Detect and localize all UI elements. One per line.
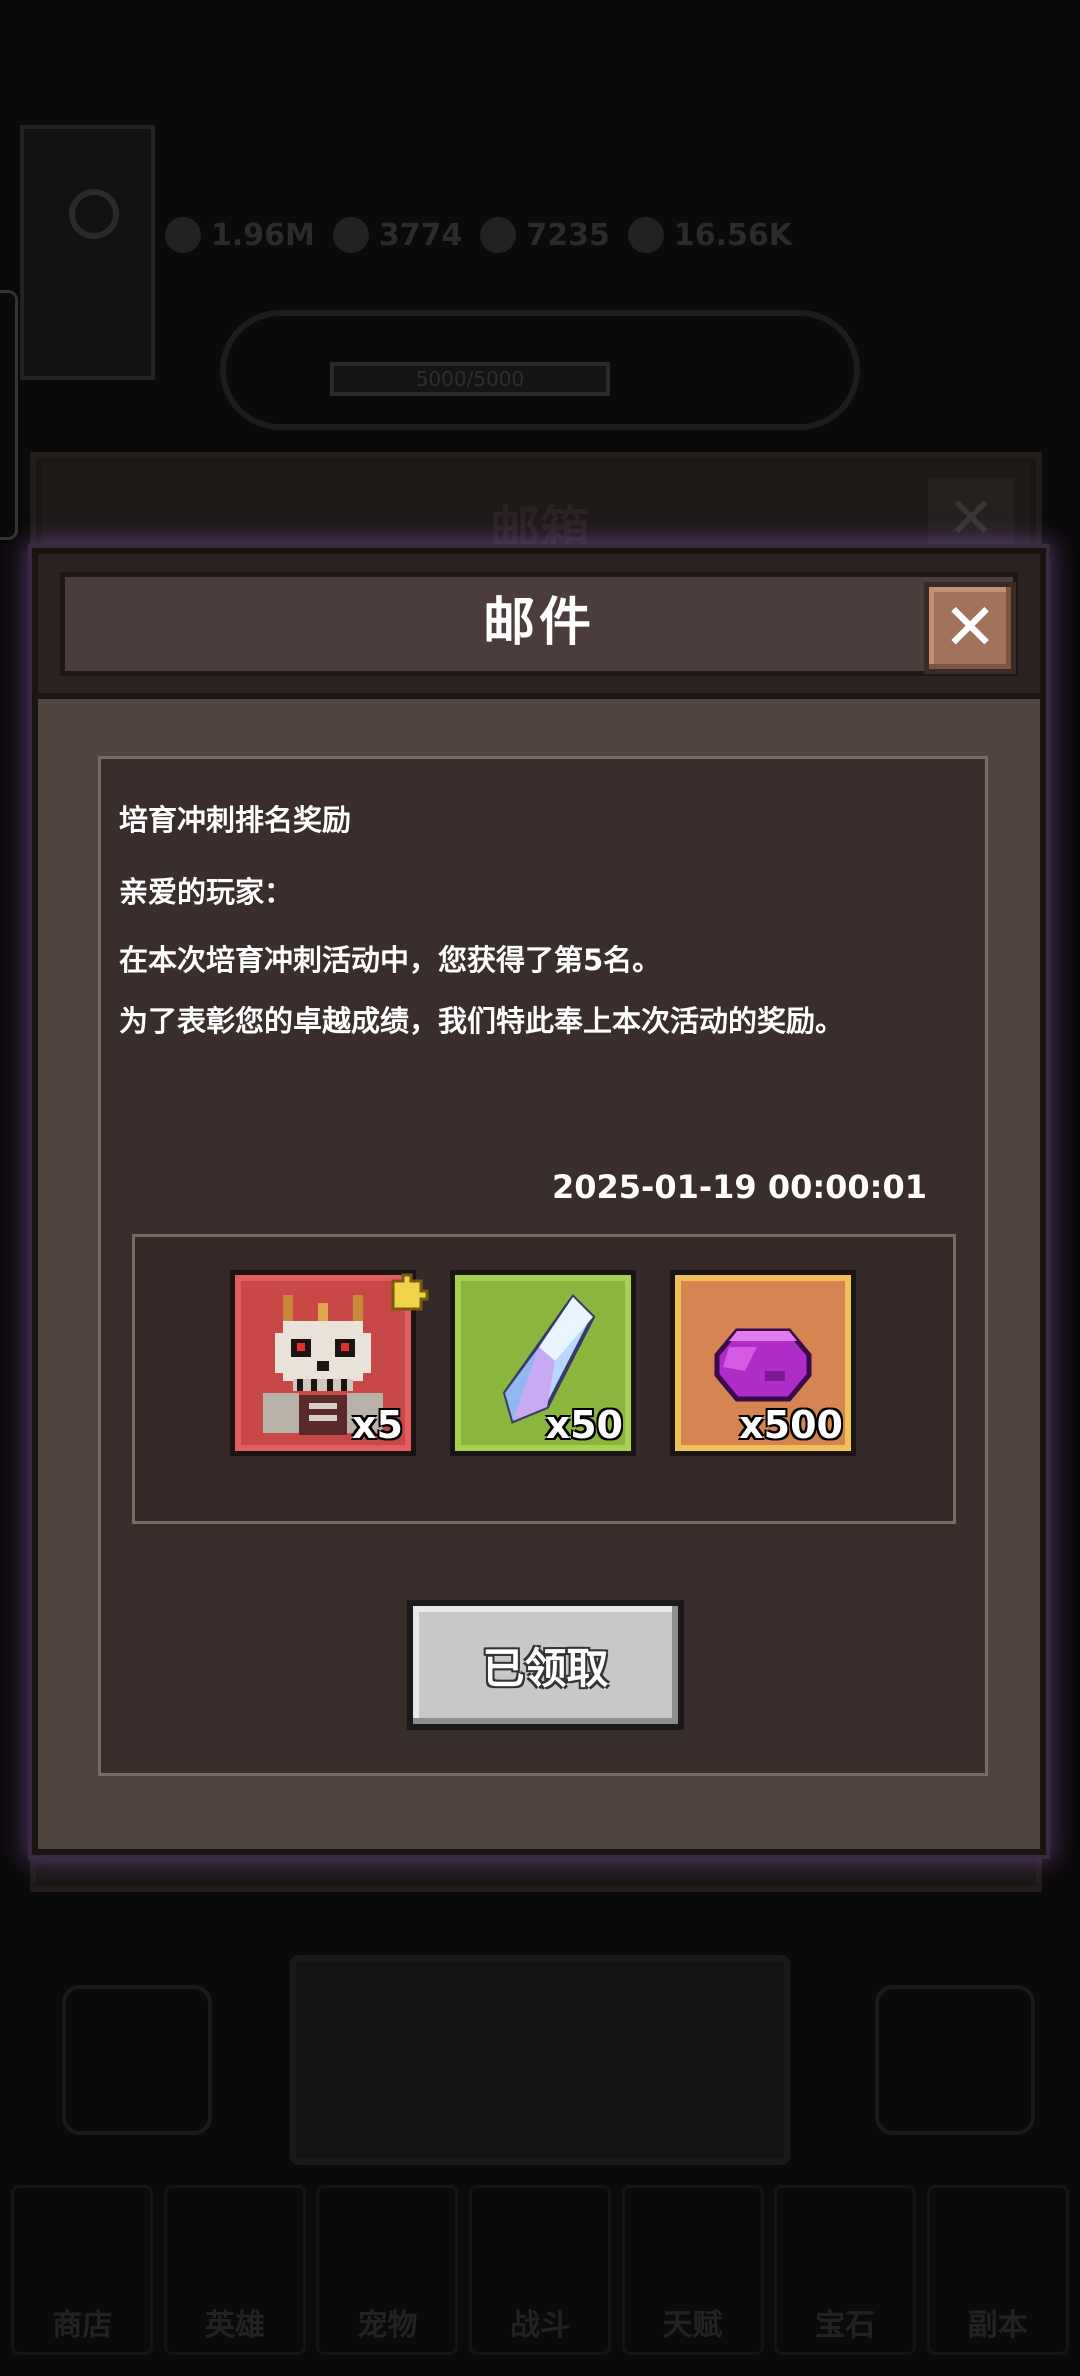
bottom-right-button [875, 1985, 1035, 2135]
nav-item-gems: 宝石 [774, 2185, 917, 2355]
nav-item-heroes: 英雄 [163, 2185, 306, 2355]
dialog-title: 邮件 [482, 593, 595, 653]
start-battle-button [290, 1955, 790, 2165]
close-button[interactable]: ✕ [924, 582, 1016, 674]
coin-icon [627, 217, 664, 253]
mail-timestamp: 2025-01-19 00:00:01 [551, 1168, 927, 1206]
nav-item-dungeon: 副本 [926, 2185, 1069, 2355]
reward-quantity: x5 [352, 1403, 403, 1447]
energy-stat: 3774 [332, 217, 462, 253]
gem-stat: 7235 [480, 217, 610, 253]
reward-item[interactable]: x5 [230, 1270, 429, 1456]
puzzle-piece-icon [391, 1273, 429, 1311]
reward-item[interactable]: x50 [450, 1270, 636, 1456]
mail-body-line: 为了表彰您的卓越成绩，我们特此奉上本次活动的奖励。 [119, 1004, 845, 1038]
power-icon [165, 217, 201, 253]
season-progress: 5000/5000 [330, 362, 610, 396]
mail-subject: 培育冲刺排名奖励 [119, 803, 352, 837]
reward-item[interactable]: x500 [670, 1270, 856, 1456]
gem-icon [480, 217, 517, 253]
nav-item-talent: 天赋 [621, 2185, 764, 2355]
mail-dialog: 邮件 ✕ 培育冲刺排名奖励 亲爱的玩家： 在本次培育冲刺活动中，您获得了第5名。… [32, 548, 1046, 1855]
power-stat: 1.96M [165, 217, 315, 253]
mail-content-panel: 培育冲刺排名奖励 亲爱的玩家： 在本次培育冲刺活动中，您获得了第5名。 为了表彰… [98, 756, 988, 1776]
bottom-left-button [62, 1985, 212, 2135]
gear-icon [69, 189, 119, 239]
energy-icon [332, 217, 369, 253]
reward-quantity: x500 [739, 1403, 843, 1447]
player-avatar-card [20, 125, 155, 380]
mail-greeting: 亲爱的玩家： [119, 875, 294, 909]
dialog-header: 邮件 ✕ [38, 554, 1040, 699]
reward-list: x5 x50 x500 [132, 1234, 956, 1524]
claimed-button-label: 已领取 [482, 1643, 609, 1693]
mail-body-line: 在本次培育冲刺活动中，您获得了第5名。 [119, 943, 662, 977]
reward-quantity: x50 [545, 1403, 623, 1447]
claimed-button[interactable]: 已领取 [407, 1600, 684, 1730]
nav-item-pets: 宠物 [316, 2185, 459, 2355]
nav-item-battle: 战斗 [468, 2185, 611, 2355]
close-icon: ✕ [943, 591, 997, 665]
bottom-nav: 商店 英雄 宠物 战斗 天赋 宝石 副本 [0, 2185, 1080, 2376]
nav-item-shop: 商店 [11, 2185, 154, 2355]
resource-bar: 1.96M 3774 7235 16.56K [165, 210, 1045, 260]
coin-stat: 16.56K [627, 217, 792, 253]
